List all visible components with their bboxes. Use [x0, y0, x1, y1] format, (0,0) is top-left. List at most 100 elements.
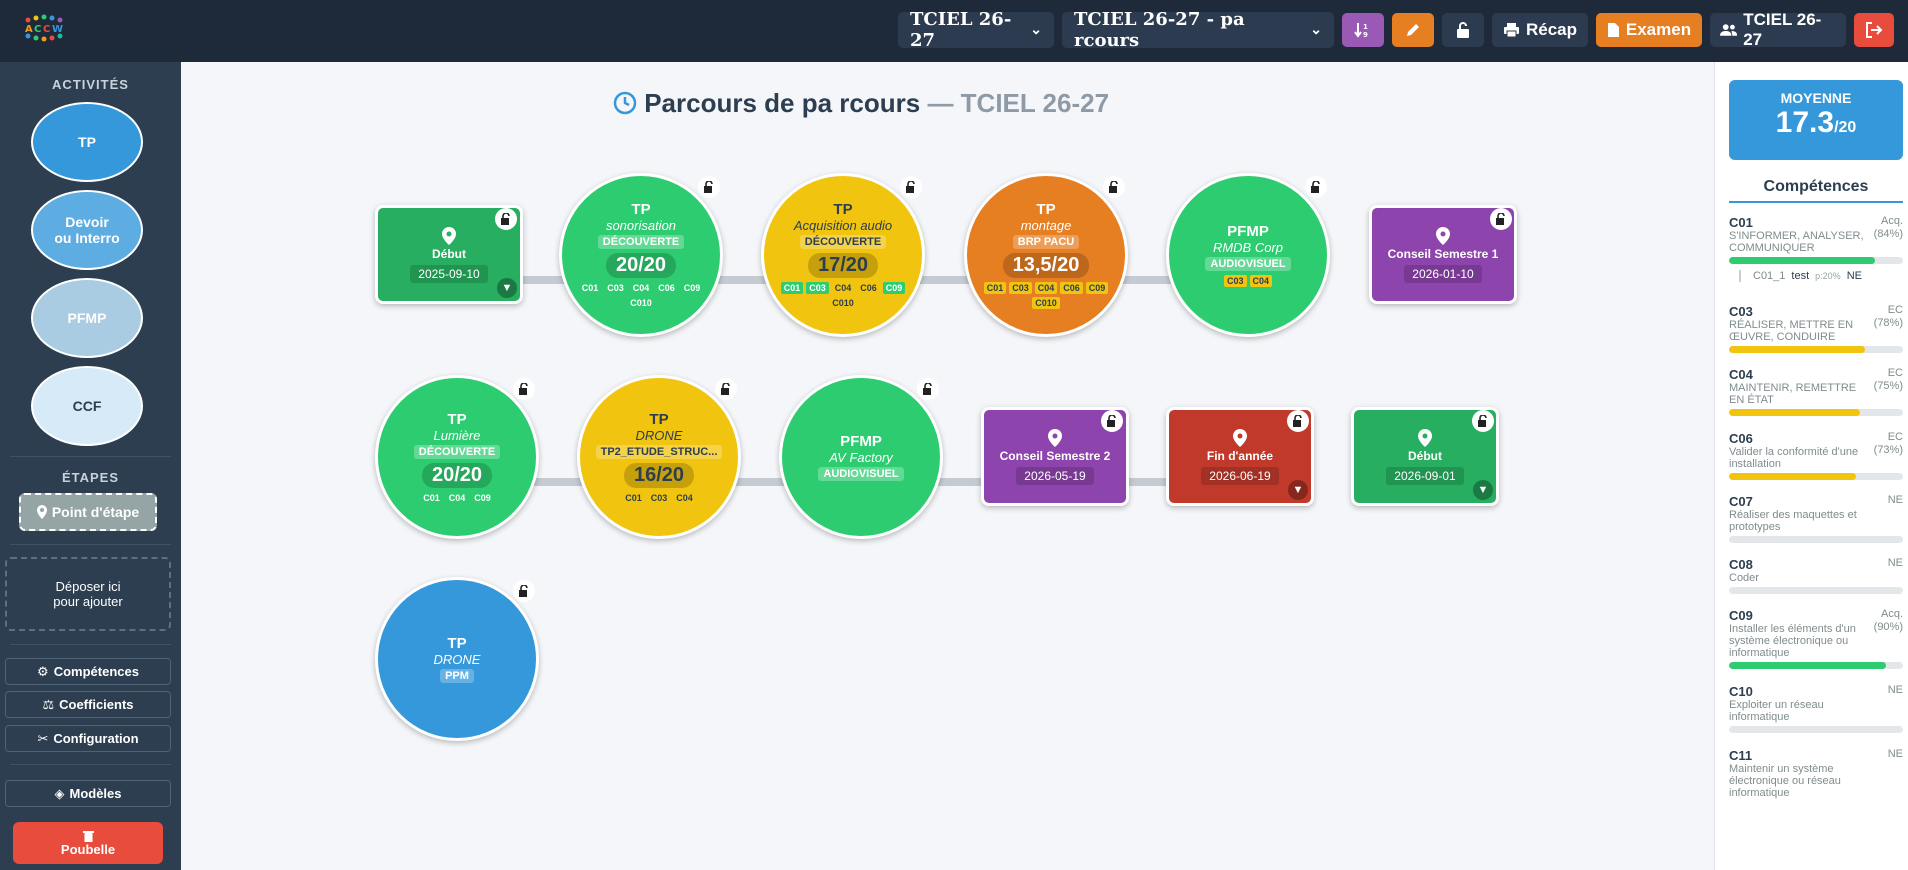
- competence-item[interactable]: C11 Maintenir un système électronique ou…: [1729, 748, 1903, 799]
- competences-heading: Compétences: [1729, 178, 1903, 203]
- competence-code: C08: [1729, 557, 1753, 572]
- unlock-icon[interactable]: [1305, 176, 1327, 198]
- competence-badge: C06: [860, 283, 877, 293]
- competence-badge: C03: [806, 282, 829, 294]
- modeles-button[interactable]: ◈ Modèles: [5, 780, 171, 807]
- competence-badge: C01: [581, 283, 599, 293]
- activity-devoir[interactable]: Devoir ou Interro: [31, 190, 143, 270]
- unlock-icon[interactable]: [513, 580, 535, 602]
- activity-node-pfmp-rmdb[interactable]: PFMP RMDB Corp AUDIOVISUEL C03 C04: [1166, 173, 1330, 337]
- unlock-icon[interactable]: [715, 378, 737, 400]
- class-select[interactable]: TCIEL 26-27 ⌄: [898, 9, 1054, 51]
- dropdown-arrow-icon[interactable]: ▼: [497, 278, 517, 298]
- competence-badge: C09: [1085, 282, 1109, 294]
- recap-button[interactable]: Récap: [1492, 13, 1588, 47]
- point-etape-label: Point d'étape: [51, 504, 140, 520]
- app-logo[interactable]: ACCW: [22, 14, 68, 42]
- activity-node-tp-drone[interactable]: TP DRONE TP2_ETUDE_STRUC... 16/20 C01 C03…: [577, 375, 741, 539]
- unlock-icon[interactable]: [1103, 176, 1125, 198]
- competence-badge: C01: [780, 282, 804, 294]
- competence-badge: C010: [1032, 297, 1060, 309]
- competence-bar: [1729, 409, 1903, 416]
- poubelle-button[interactable]: Poubelle: [13, 822, 163, 864]
- parcours-select-value: TCIEL 26-27 - pa rcours: [1074, 9, 1245, 51]
- examen-button[interactable]: Examen: [1596, 13, 1702, 47]
- unlock-icon[interactable]: [513, 378, 535, 400]
- map-pin-icon: [442, 226, 456, 245]
- competence-item[interactable]: C07 Réaliser des maquettes et prototypes…: [1729, 494, 1903, 543]
- unlock-icon[interactable]: [1472, 410, 1494, 432]
- top-bar: ACCW TCIEL 26-27 ⌄ TCIEL 26-27 - pa rcour…: [0, 0, 1908, 62]
- edit-button[interactable]: [1392, 13, 1434, 47]
- unlock-icon[interactable]: [495, 208, 517, 230]
- activity-node-tp-lumiere[interactable]: TP Lumière DÉCOUVERTE 20/20 C01 C04 C09: [375, 375, 539, 539]
- unlock-icon[interactable]: [1490, 208, 1512, 230]
- configuration-button[interactable]: ✂ Configuration: [5, 725, 171, 752]
- milestone-date: 2026-05-19: [1016, 466, 1094, 485]
- lock-toggle-button[interactable]: [1442, 13, 1484, 47]
- dropdown-arrow-icon[interactable]: ▼: [1473, 480, 1493, 500]
- point-etape-button[interactable]: Point d'étape: [19, 493, 157, 531]
- sort-button[interactable]: 19: [1342, 13, 1384, 47]
- competence-status: EC (75%): [1874, 367, 1903, 393]
- drop-zone[interactable]: Déposer ici pour ajouter: [5, 557, 171, 631]
- group-button[interactable]: TCIEL 26-27: [1710, 10, 1846, 49]
- competence-status: NE: [1888, 748, 1903, 761]
- activity-node-tp-drone-ppm[interactable]: TP DRONE PPM: [375, 577, 539, 741]
- node-tag: DÉCOUVERTE: [597, 235, 685, 249]
- node-tag: DÉCOUVERTE: [413, 444, 501, 459]
- balance-scale-icon: ⚖: [42, 696, 55, 712]
- etapes-heading: ÉTAPES: [61, 470, 120, 485]
- svg-text:C: C: [34, 24, 41, 35]
- unlock-icon[interactable]: [698, 176, 720, 198]
- competence-item[interactable]: C03 RÉALISER, METTRE EN ŒUVRE, CONDUIRE …: [1729, 304, 1903, 353]
- node-type: TP: [447, 410, 467, 428]
- competence-badge: C01: [423, 492, 440, 503]
- milestone-label: Conseil Semestre 2: [999, 448, 1111, 463]
- unlock-icon[interactable]: [917, 378, 939, 400]
- logout-button[interactable]: [1854, 13, 1894, 47]
- competence-item[interactable]: C01 S'INFORMER, ANALYSER, COMMUNIQUER Ac…: [1729, 215, 1903, 282]
- competence-bar-fill: [1729, 346, 1865, 353]
- competence-item[interactable]: C08 Coder NE: [1729, 557, 1903, 594]
- status-text: NE: [1887, 748, 1903, 760]
- activity-pfmp[interactable]: PFMP: [31, 278, 143, 358]
- competence-bar-fill: [1729, 257, 1876, 264]
- competence-badge: C01: [983, 282, 1007, 294]
- activity-ccf[interactable]: CCF: [31, 366, 143, 446]
- status-text: EC: [1887, 304, 1903, 316]
- unlock-icon: [1457, 22, 1469, 38]
- sub-competence-code: C01_1: [1753, 270, 1786, 282]
- activity-node-tp-sonorisation[interactable]: TP sonorisation DÉCOUVERTE 20/20 C01 C03 C…: [559, 173, 723, 337]
- unlock-icon[interactable]: [1101, 410, 1123, 432]
- dropdown-arrow-icon[interactable]: ▼: [1288, 480, 1308, 500]
- competence-item[interactable]: C09 Installer les éléments d'un système …: [1729, 608, 1903, 669]
- competence-bar: [1729, 587, 1903, 594]
- parcours-select[interactable]: TCIEL 26-27 - pa rcours ⌄: [1062, 9, 1334, 51]
- map-pin-icon: [1436, 226, 1450, 245]
- node-subtitle: sonorisation: [605, 218, 677, 233]
- competence-item[interactable]: C10 Exploiter un réseau informatique NE: [1729, 684, 1903, 733]
- class-select-value: TCIEL 26-27: [910, 9, 1012, 51]
- competences-button[interactable]: ⚙ Compétences: [5, 658, 171, 685]
- page-subtitle: TCIEL 26-27: [960, 88, 1110, 118]
- competence-status: NE: [1888, 557, 1903, 570]
- unlock-icon[interactable]: [900, 176, 922, 198]
- activity-tp-label: TP: [78, 134, 96, 150]
- milestone-date: 2025-09-10: [410, 264, 488, 283]
- competence-bar-fill: [1729, 662, 1886, 669]
- status-pct: (84%): [1873, 228, 1903, 240]
- competence-code: C10: [1729, 684, 1753, 699]
- status-pct: (75%): [1873, 380, 1903, 392]
- activity-tp[interactable]: TP: [31, 102, 143, 182]
- activity-node-pfmp-avfactory[interactable]: PFMP AV Factory AUDIOVISUEL: [779, 375, 943, 539]
- unlock-icon[interactable]: [1287, 410, 1309, 432]
- node-tag: AUDIOVISUEL: [1205, 257, 1291, 271]
- activites-heading: ACTIVITÉS: [52, 77, 129, 92]
- competence-item[interactable]: C04 MAINTENIR, REMETTRE EN ÉTAT EC (75%): [1729, 367, 1903, 416]
- activity-node-tp-acquisition[interactable]: TP Acquisition audio DÉCOUVERTE 17/20 C0…: [761, 173, 925, 337]
- coefficients-button[interactable]: ⚖ Coefficients: [5, 691, 171, 718]
- competence-item[interactable]: C06 Valider la conformité d'une installa…: [1729, 431, 1903, 480]
- activity-node-tp-montage[interactable]: TP montage BRP PACU 13,5/20 C01 C03 C04 C06…: [964, 173, 1128, 337]
- status-pct: (90%): [1873, 621, 1903, 633]
